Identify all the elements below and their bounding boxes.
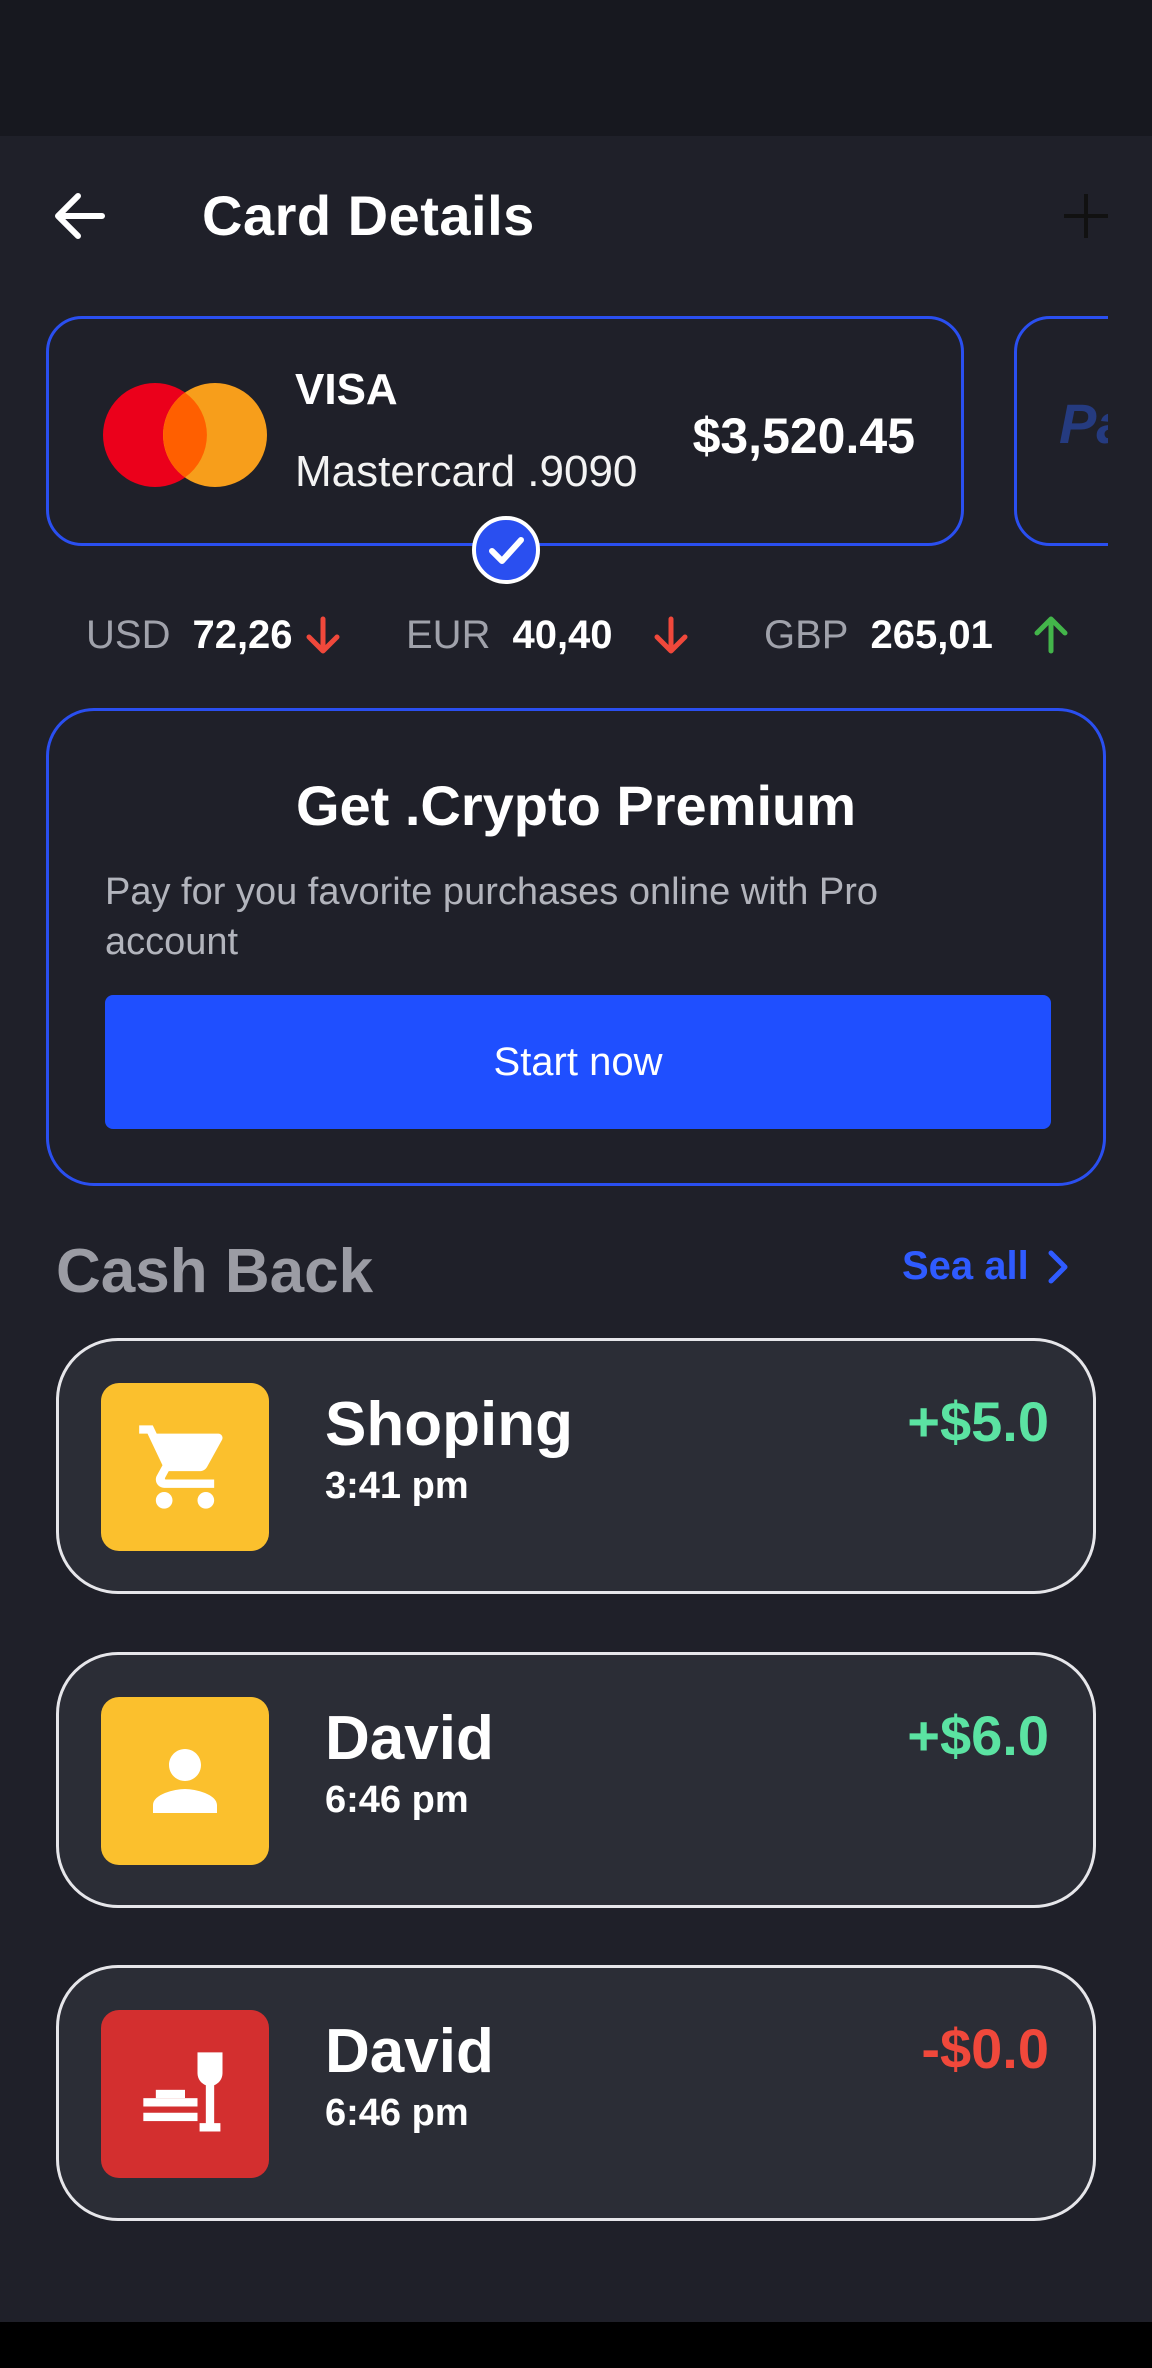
transaction-name: David — [325, 2017, 494, 2086]
restaurant-icon — [101, 2010, 269, 2178]
transaction-amount: +$6.0 — [907, 1704, 1049, 1767]
promo-text: Pay for you favorite purchases online wi… — [105, 871, 879, 963]
arrow-down-icon — [306, 616, 340, 654]
back-button[interactable] — [44, 180, 116, 252]
transaction-time: 6:46 pm — [325, 2092, 469, 2134]
card-balance: $3,520.45 — [692, 408, 915, 464]
paypal-logo-icon: Pa — [1059, 392, 1108, 455]
selected-card[interactable]: VISA Mastercard .9090 $3,520.45 — [46, 316, 964, 546]
rate-value: 265,01 — [870, 612, 993, 657]
mastercard-logo-icon — [103, 383, 267, 487]
transaction-item[interactable]: Shoping 3:41 pm +$5.0 — [56, 1338, 1096, 1594]
promo-title: Get .Crypto Premium — [295, 774, 857, 837]
next-card[interactable]: Pa — [1014, 316, 1108, 546]
rate-value: 72,26 — [192, 612, 293, 657]
card-number: Mastercard .9090 — [295, 447, 638, 496]
transaction-time: 3:41 pm — [325, 1465, 469, 1507]
arrow-left-icon — [55, 193, 105, 239]
cashback-title: Cash Back — [56, 1237, 374, 1306]
transaction-item[interactable]: David 6:46 pm -$0.0 — [56, 1965, 1096, 2221]
arrow-up-icon — [1034, 616, 1068, 654]
add-button[interactable] — [1050, 180, 1122, 252]
navigation-bar — [0, 2322, 1152, 2368]
chevron-right-icon — [1048, 1250, 1068, 1283]
transaction-item[interactable]: David 6:46 pm +$6.0 — [56, 1652, 1096, 1908]
see-all-link[interactable]: Sea all — [902, 1244, 1073, 1289]
arrow-down-icon — [654, 616, 688, 654]
plus-icon — [1064, 194, 1108, 238]
status-bar — [0, 0, 1152, 136]
rate-code: EUR — [406, 612, 491, 657]
exchange-rates: USD 72,26 EUR 40,40 GBP 265,01 — [0, 600, 1152, 670]
rate-value: 40,40 — [512, 612, 613, 657]
card-brand: VISA — [295, 365, 398, 414]
cart-icon — [101, 1383, 269, 1551]
rate-code: GBP — [764, 612, 849, 657]
transaction-amount: -$0.0 — [921, 2017, 1049, 2080]
see-all-label: Sea all — [902, 1244, 1029, 1288]
rate-usd: USD 72,26 — [86, 600, 345, 670]
start-now-button[interactable]: Start now — [105, 995, 1051, 1129]
transaction-name: David — [325, 1704, 494, 1773]
person-icon — [101, 1697, 269, 1865]
rate-eur: EUR 40,40 — [406, 600, 693, 670]
transaction-amount: +$5.0 — [907, 1390, 1049, 1453]
rate-code: USD — [86, 612, 171, 657]
premium-promo: Get .Crypto Premium Pay for you favorite… — [46, 708, 1106, 1186]
transaction-name: Shoping — [325, 1390, 573, 1459]
rate-gbp: GBP 265,01 — [764, 600, 1073, 670]
check-circle-icon — [472, 516, 540, 584]
page-title: Card Details — [202, 184, 535, 247]
transaction-time: 6:46 pm — [325, 1779, 469, 1821]
